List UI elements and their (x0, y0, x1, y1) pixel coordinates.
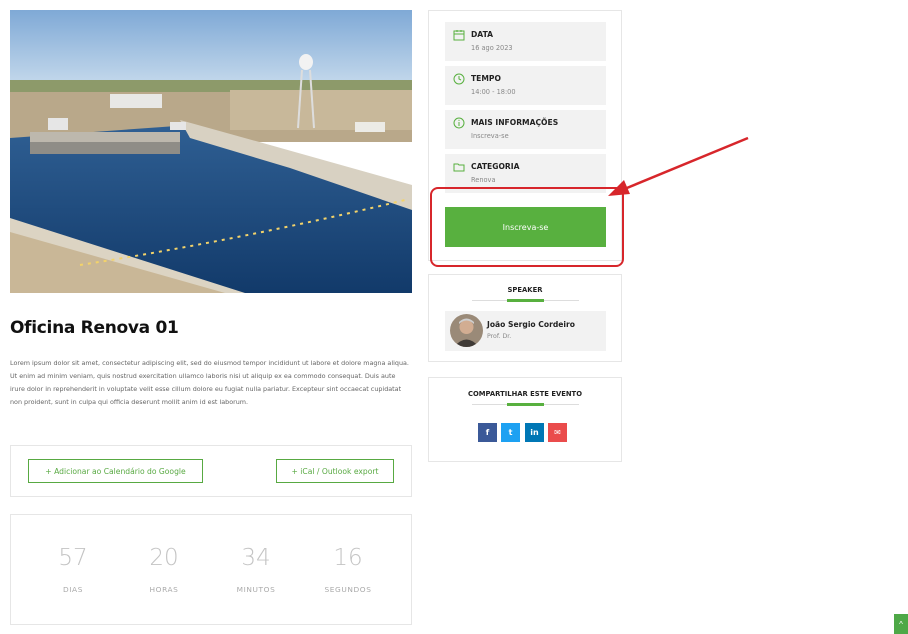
share-heading: COMPARTILHAR ESTE EVENTO (468, 390, 582, 398)
category-link[interactable]: Renova (471, 176, 496, 184)
event-image (10, 10, 412, 293)
detail-date: DATA 16 ago 2023 (445, 22, 606, 61)
speaker-name[interactable]: João Sergio Cordeiro (487, 320, 575, 329)
countdown-label: HORAS (149, 585, 179, 594)
countdown-label: MINUTOS (236, 585, 276, 594)
info-icon (453, 117, 465, 129)
heading-rule (472, 404, 507, 405)
chevron-up-icon: ^ (899, 619, 903, 629)
ical-export-button[interactable]: + iCal / Outlook export (276, 459, 394, 483)
speaker-panel: SPEAKER João Sergio Cordeiro Prof. Dr. (428, 274, 622, 362)
countdown-value: 57 (58, 545, 88, 571)
countdown-label: DIAS (62, 585, 84, 594)
heading-rule (472, 300, 507, 301)
facebook-icon[interactable]: f (478, 423, 497, 442)
countdown-value: 20 (149, 545, 179, 571)
detail-title: TEMPO (471, 74, 501, 83)
countdown-value: 16 (333, 545, 363, 571)
twitter-icon[interactable]: t (501, 423, 520, 442)
speaker-role: Prof. Dr. (487, 333, 512, 340)
detail-title: DATA (471, 30, 494, 39)
heading-rule (544, 404, 579, 405)
more-info-link[interactable]: Inscreva-se (471, 132, 509, 140)
calendar-icon (453, 30, 465, 41)
event-description: Lorem ipsum dolor sit amet, consectetur … (10, 359, 409, 406)
heading-underline (507, 403, 544, 406)
heading-underline (507, 299, 544, 302)
calendar-export-box: + Adicionar ao Calendário do Google + iC… (10, 445, 412, 497)
countdown-seconds: 16 SEGUNDOS (308, 545, 388, 594)
detail-title: CATEGORIA (471, 162, 520, 171)
linkedin-icon[interactable]: in (525, 423, 544, 442)
folder-icon (453, 163, 465, 172)
countdown-value: 34 (241, 545, 271, 571)
detail-value: 14:00 - 18:00 (471, 88, 516, 96)
detail-value: 16 ago 2023 (471, 44, 513, 52)
clock-icon (453, 73, 465, 85)
avatar (450, 314, 483, 347)
detail-time: TEMPO 14:00 - 18:00 (445, 66, 606, 105)
annotation-arrow-icon (608, 136, 749, 196)
detail-title: MAIS INFORMAÇÕES (471, 118, 559, 127)
annotation-highlight-box (430, 187, 624, 267)
scroll-to-top-button[interactable]: ^ (894, 614, 908, 634)
share-panel: COMPARTILHAR ESTE EVENTO f t in ✉ (428, 377, 622, 462)
countdown-minutes: 34 MINUTOS (216, 545, 296, 594)
speaker-heading: SPEAKER (507, 286, 543, 294)
google-calendar-button[interactable]: + Adicionar ao Calendário do Google (28, 459, 203, 483)
email-icon[interactable]: ✉ (548, 423, 567, 442)
countdown-hours: 20 HORAS (124, 545, 204, 594)
detail-more-info: MAIS INFORMAÇÕES Inscreva-se (445, 110, 606, 149)
countdown-days: 57 DIAS (33, 545, 113, 594)
heading-rule (544, 300, 579, 301)
countdown-timer: 57 DIAS 20 HORAS 34 MINUTOS 16 SEGUNDOS (10, 514, 412, 625)
event-title: Oficina Renova 01 (10, 318, 179, 338)
countdown-label: SEGUNDOS (324, 585, 372, 594)
speaker-card[interactable]: João Sergio Cordeiro Prof. Dr. (445, 311, 606, 351)
